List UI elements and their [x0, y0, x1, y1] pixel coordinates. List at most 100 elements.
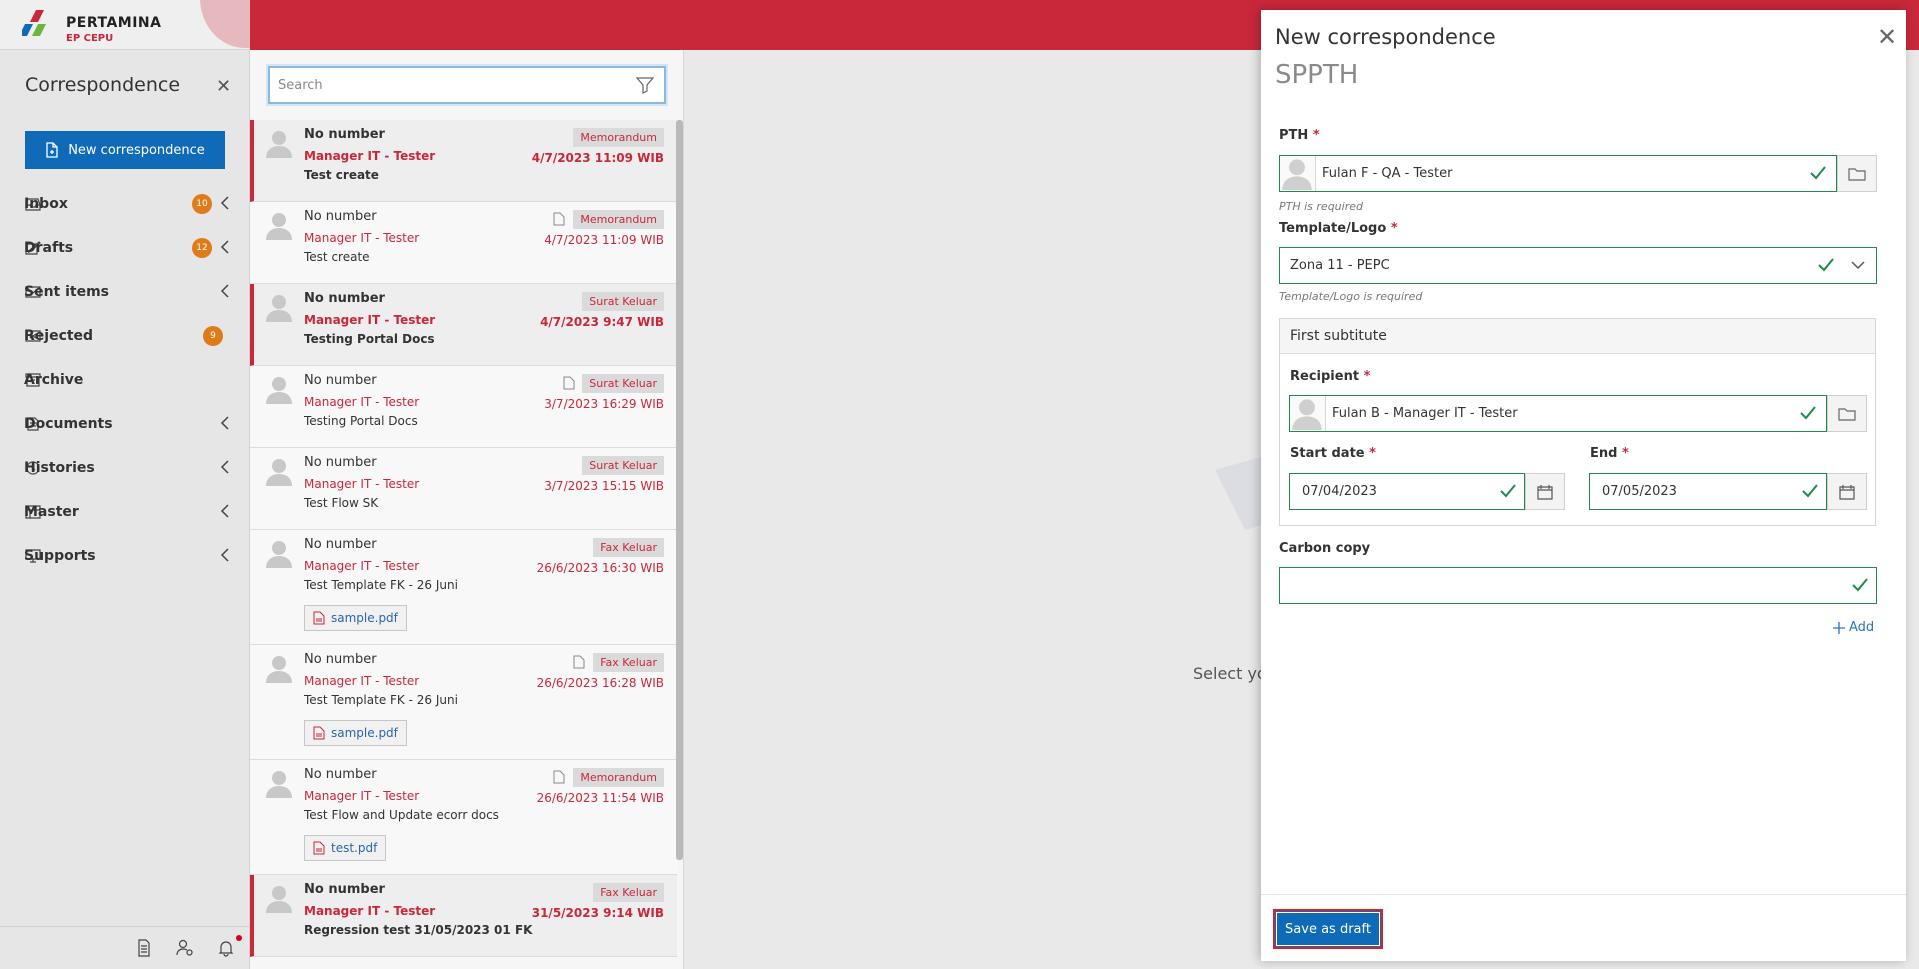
brand-sub: EP CEPU: [66, 33, 114, 44]
dialog-subtitle: SPPTH: [1275, 60, 1359, 90]
close-icon[interactable]: ✕: [1877, 25, 1897, 49]
avatar-icon: [266, 377, 292, 404]
sidebar-item-inbox[interactable]: Inbox 10: [0, 182, 250, 226]
chevron-down-icon[interactable]: [1850, 258, 1866, 272]
document-icon[interactable]: [136, 939, 154, 957]
end-date-value: 07/05/2023: [1602, 484, 1677, 499]
chevron-left-icon[interactable]: [220, 416, 230, 434]
item-subject: Test Flow SK: [304, 496, 379, 510]
item-type-badge: Surat Keluar: [582, 374, 664, 393]
sidebar-item-archive[interactable]: Archive: [0, 358, 250, 402]
recipient-browse-button[interactable]: [1827, 395, 1867, 432]
sidebar-close-icon[interactable]: ✕: [216, 76, 231, 97]
template-select[interactable]: Zona 11 - PEPC: [1279, 247, 1877, 284]
list-scrollbar[interactable]: [676, 120, 683, 860]
save-as-draft-button[interactable]: Save as draft: [1273, 909, 1383, 949]
item-date: 3/7/2023 15:15 WIB: [544, 479, 664, 493]
item-subject: Regression test 31/05/2023 01 FK: [304, 923, 533, 937]
list-item[interactable]: No number Manager IT - Tester Test Flow …: [250, 760, 677, 875]
template-value: Zona 11 - PEPC: [1290, 258, 1390, 273]
list-item[interactable]: No number Manager IT - Tester Testing Po…: [250, 366, 677, 448]
avatar-icon: [266, 656, 292, 683]
drafts-count-badge: 12: [192, 238, 212, 258]
folder-icon: [1848, 167, 1866, 181]
list-item[interactable]: No number Manager IT - Tester Test Templ…: [250, 645, 677, 760]
pth-browse-button[interactable]: [1837, 155, 1877, 192]
user-settings-icon[interactable]: [176, 939, 194, 957]
item-type-badge: Fax Keluar: [593, 538, 664, 557]
sidebar-item-documents[interactable]: Documents: [0, 402, 250, 446]
list-item[interactable]: No number Manager IT - Tester Test Templ…: [250, 530, 677, 645]
search-input[interactable]: [278, 75, 628, 95]
chevron-left-icon[interactable]: [220, 240, 230, 258]
sidebar-footer: [0, 926, 250, 969]
pdf-icon: [313, 726, 325, 740]
chevron-left-icon[interactable]: [220, 196, 230, 214]
sidebar-item-master[interactable]: Master: [0, 490, 250, 534]
bell-icon[interactable]: [218, 939, 236, 957]
sidebar-item-label: Supports: [24, 548, 96, 564]
sidebar-item-histories[interactable]: Histories: [0, 446, 250, 490]
end-date-label: End *: [1590, 446, 1629, 461]
pdf-icon: [313, 611, 325, 625]
attachment-name: sample.pdf: [331, 726, 398, 740]
item-date: 26/6/2023 11:54 WIB: [536, 791, 664, 805]
recipient-field[interactable]: Fulan B - Manager IT - Tester: [1289, 395, 1827, 432]
attachment-chip[interactable]: test.pdf: [304, 835, 387, 861]
list-item[interactable]: No number Manager IT - Tester Regression…: [250, 875, 677, 957]
chevron-left-icon[interactable]: [220, 284, 230, 302]
item-date: 4/7/2023 9:47 WIB: [540, 315, 664, 329]
check-icon: [1800, 406, 1816, 420]
folder-icon: [1838, 407, 1856, 421]
sidebar-item-sent[interactable]: Sent items: [0, 270, 250, 314]
list-item[interactable]: No number Manager IT - Tester Testing Po…: [250, 284, 677, 366]
item-subject: Test create: [304, 168, 379, 182]
inbox-count-badge: 10: [192, 194, 212, 214]
chevron-left-icon[interactable]: [220, 548, 230, 566]
list-item[interactable]: No number Manager IT - Tester Test creat…: [250, 120, 677, 202]
item-number: No number: [304, 537, 377, 552]
add-cc-link[interactable]: Add: [1833, 620, 1874, 635]
document-icon: [563, 376, 575, 390]
logo[interactable]: PERTAMINA EP CEPU: [0, 0, 250, 50]
avatar-icon: [266, 771, 292, 798]
avatar-icon: [266, 541, 292, 568]
end-date-calendar-button[interactable]: [1827, 473, 1867, 510]
plus-icon: [1833, 621, 1845, 634]
check-icon: [1802, 484, 1818, 498]
chevron-left-icon[interactable]: [220, 504, 230, 522]
item-number: No number: [304, 373, 377, 388]
add-label: Add: [1849, 620, 1875, 635]
attachment-chip[interactable]: sample.pdf: [304, 605, 407, 631]
end-date-field[interactable]: 07/05/2023: [1589, 473, 1827, 510]
list-item[interactable]: No number Manager IT - Tester Test creat…: [250, 202, 677, 284]
new-document-icon: [46, 142, 58, 158]
pdf-icon: [313, 841, 325, 855]
attachment-chip[interactable]: sample.pdf: [304, 720, 407, 746]
start-date-field[interactable]: 07/04/2023: [1289, 473, 1525, 510]
correspondence-list-panel: No number Manager IT - Tester Test creat…: [250, 50, 684, 969]
item-number: No number: [304, 882, 385, 897]
chevron-left-icon[interactable]: [220, 460, 230, 478]
sidebar-item-drafts[interactable]: Drafts 12: [0, 226, 250, 270]
item-date: 26/6/2023 16:28 WIB: [536, 676, 664, 690]
list-item[interactable]: No number Manager IT - Tester Test Flow …: [250, 448, 677, 530]
start-date-calendar-button[interactable]: [1525, 473, 1565, 510]
check-icon: [1810, 166, 1826, 180]
sidebar-item-label: Documents: [24, 416, 113, 432]
item-subject: Test Template FK - 26 Juni: [304, 693, 458, 707]
filter-icon[interactable]: [635, 76, 656, 96]
avatar-icon: [266, 131, 292, 158]
select-hint: Select yo: [1193, 664, 1267, 683]
sidebar-item-supports[interactable]: Supports: [0, 534, 250, 578]
item-date: 26/6/2023 16:30 WIB: [536, 561, 664, 575]
first-substitute-section: First subtitute Recipient * Fulan B - Ma…: [1279, 318, 1876, 526]
sidebar-item-label: Histories: [24, 460, 95, 476]
cc-field[interactable]: [1279, 567, 1877, 604]
pth-field[interactable]: Fulan F - QA - Tester: [1279, 155, 1837, 192]
template-label: Template/Logo *: [1279, 221, 1398, 236]
sidebar-item-rejected[interactable]: Rejected 9: [0, 314, 250, 358]
calendar-icon: [1537, 484, 1553, 500]
logo-decoration: [200, 0, 250, 48]
new-correspondence-button[interactable]: New correspondence: [25, 131, 225, 169]
